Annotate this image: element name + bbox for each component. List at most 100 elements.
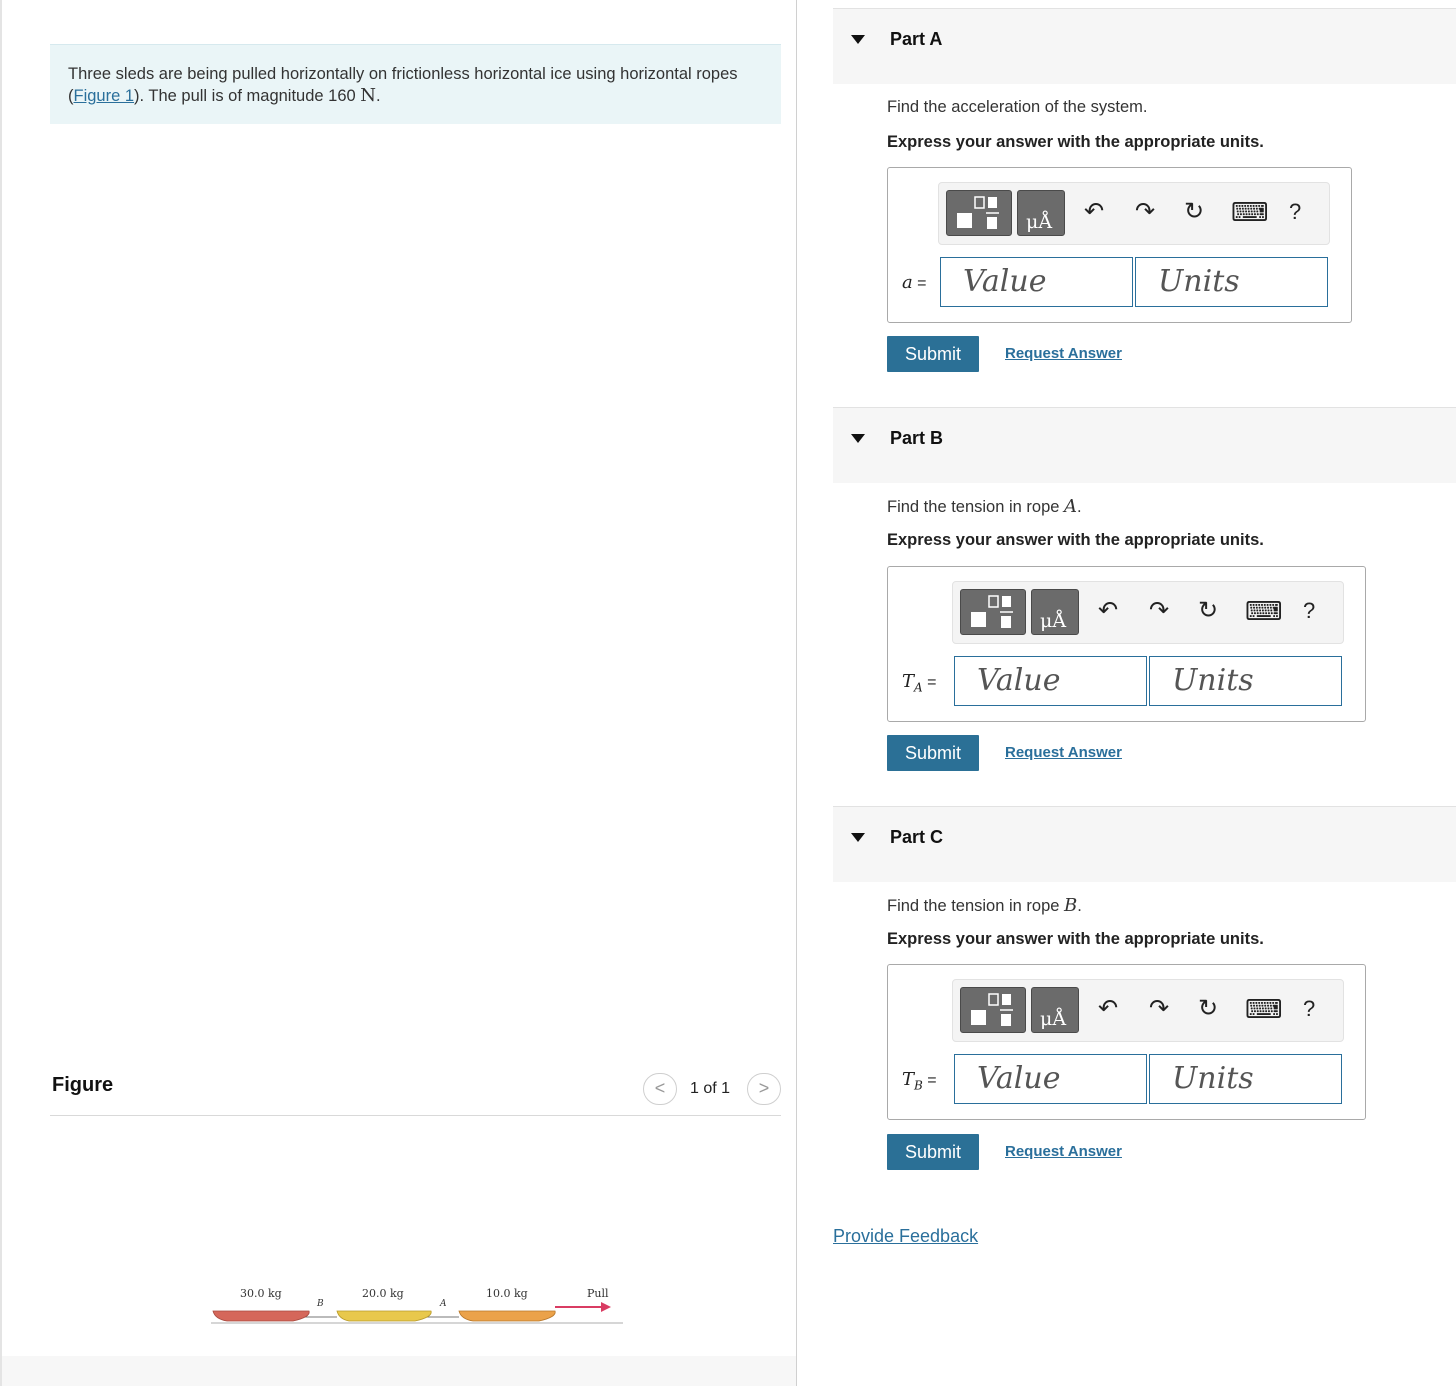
part-a-question-text: Find the acceleration of the system. — [887, 98, 1148, 116]
equals-sign: = — [922, 674, 937, 691]
label-pull: Pull — [587, 1287, 609, 1300]
part-c-request-answer-link[interactable]: Request Answer — [1005, 1143, 1122, 1160]
part-c-question-text: Find the tension in rope — [887, 897, 1065, 915]
undo-icon[interactable]: ↶ — [1098, 596, 1118, 626]
previous-figure-button[interactable]: < — [643, 1073, 677, 1105]
part-b-request-answer-link[interactable]: Request Answer — [1005, 744, 1122, 761]
units-input[interactable]: Units — [1149, 1054, 1342, 1104]
part-b-question: Find the tension in rope A. — [887, 496, 1082, 517]
units-glyph: μÅ — [1040, 1008, 1067, 1030]
part-b-title: Part B — [890, 428, 944, 448]
value-input[interactable]: Value — [954, 1054, 1147, 1104]
label-30kg: 30.0 kg — [240, 1287, 282, 1300]
units-button[interactable]: μÅ — [1031, 589, 1079, 635]
value-input[interactable]: Value — [940, 257, 1133, 307]
part-b-instruction: Express your answer with the appropriate… — [887, 531, 1264, 549]
collapse-caret-icon[interactable] — [851, 35, 865, 44]
redo-icon[interactable]: ↷ — [1135, 197, 1155, 227]
part-a-question: Find the acceleration of the system. — [887, 98, 1147, 117]
redo-icon[interactable]: ↷ — [1149, 994, 1169, 1024]
figure-link[interactable]: Figure 1 — [74, 87, 135, 105]
part-c-answer-box: μÅ ↶ ↷ ↻ ⌨ ? TB = Value Units — [887, 964, 1366, 1120]
templates-button[interactable] — [960, 987, 1026, 1033]
part-a-request-answer-link[interactable]: Request Answer — [1005, 345, 1122, 362]
var-subscript: B — [914, 1078, 923, 1093]
units-glyph: μÅ — [1040, 610, 1067, 632]
math-toolbar: μÅ ↶ ↷ ↻ ⌨ ? — [952, 979, 1344, 1042]
part-a-title: Part A — [890, 29, 943, 49]
var-subscript: A — [914, 680, 923, 695]
part-a-instruction: Express your answer with the appropriate… — [887, 133, 1264, 151]
question-end: . — [1077, 897, 1082, 915]
part-c-header[interactable]: Part C — [833, 806, 1456, 882]
problem-pane: Three sleds are being pulled horizontall… — [0, 0, 797, 1386]
redo-icon[interactable]: ↷ — [1149, 596, 1169, 626]
part-c-instruction: Express your answer with the appropriate… — [887, 930, 1264, 948]
value-input[interactable]: Value — [954, 656, 1147, 706]
answer-pane: Part A Find the acceleration of the syst… — [798, 0, 1456, 1386]
part-a-submit-button[interactable]: Submit — [887, 336, 979, 372]
var-symbol: T — [902, 671, 915, 692]
sled-10kg — [458, 1310, 556, 1322]
label-20kg: 20.0 kg — [362, 1287, 404, 1300]
figure-title: Figure — [52, 1074, 114, 1096]
reset-icon[interactable]: ↻ — [1198, 596, 1218, 626]
problem-text-end: . — [376, 87, 381, 105]
rope-variable: B — [1064, 895, 1078, 916]
units-button[interactable]: μÅ — [1017, 190, 1065, 236]
sled-20kg — [336, 1310, 432, 1322]
help-icon[interactable]: ? — [1303, 994, 1315, 1024]
reset-icon[interactable]: ↻ — [1184, 197, 1204, 227]
label-10kg: 10.0 kg — [486, 1287, 528, 1300]
part-c-variable: TB = — [902, 1069, 937, 1093]
reset-icon[interactable]: ↻ — [1198, 994, 1218, 1024]
units-input[interactable]: Units — [1135, 257, 1328, 307]
sled-30kg — [212, 1310, 310, 1322]
part-c-submit-button[interactable]: Submit — [887, 1134, 979, 1170]
figure-header: Figure < 1 of 1 > — [50, 1068, 781, 1116]
force-unit: N — [360, 85, 377, 106]
part-b-header[interactable]: Part B — [833, 407, 1456, 483]
pull-arrow-head — [601, 1302, 611, 1312]
keyboard-icon[interactable]: ⌨ — [1231, 197, 1269, 227]
templates-button[interactable] — [946, 190, 1012, 236]
math-toolbar: μÅ ↶ ↷ ↻ ⌨ ? — [938, 182, 1330, 245]
problem-statement: Three sleds are being pulled horizontall… — [50, 44, 781, 124]
part-b-question-text: Find the tension in rope — [887, 498, 1065, 516]
help-icon[interactable]: ? — [1289, 197, 1301, 227]
pane-bottom-bar — [2, 1356, 796, 1386]
figure-pager-count: 1 of 1 — [690, 1080, 731, 1097]
part-c-title: Part C — [890, 827, 944, 847]
units-input[interactable]: Units — [1149, 656, 1342, 706]
var-symbol: a — [902, 272, 913, 293]
part-b-answer-box: μÅ ↶ ↷ ↻ ⌨ ? TA = Value Units — [887, 566, 1366, 722]
templates-icon — [957, 196, 999, 229]
keyboard-icon[interactable]: ⌨ — [1245, 994, 1283, 1024]
part-c-question: Find the tension in rope B. — [887, 895, 1082, 916]
label-rope-b: B — [316, 1299, 324, 1309]
rope-variable: A — [1064, 496, 1078, 517]
provide-feedback-link[interactable]: Provide Feedback — [833, 1226, 978, 1247]
question-end: . — [1077, 498, 1082, 516]
equals-sign: = — [912, 275, 927, 292]
units-button[interactable]: μÅ — [1031, 987, 1079, 1033]
templates-button[interactable] — [960, 589, 1026, 635]
var-symbol: T — [902, 1069, 915, 1090]
part-a-variable: a = — [902, 272, 927, 296]
collapse-caret-icon[interactable] — [851, 833, 865, 842]
sled-figure: 30.0 kg B 20.0 kg A 10.0 kg Pull — [211, 1287, 623, 1324]
label-rope-a: A — [439, 1299, 447, 1309]
collapse-caret-icon[interactable] — [851, 434, 865, 443]
units-glyph: μÅ — [1026, 211, 1053, 233]
part-b-submit-button[interactable]: Submit — [887, 735, 979, 771]
undo-icon[interactable]: ↶ — [1098, 994, 1118, 1024]
undo-icon[interactable]: ↶ — [1084, 197, 1104, 227]
keyboard-icon[interactable]: ⌨ — [1245, 596, 1283, 626]
part-b-variable: TA = — [902, 671, 936, 695]
help-icon[interactable]: ? — [1303, 596, 1315, 626]
part-a-answer-box: μÅ ↶ ↷ ↻ ⌨ ? a = Value Units — [887, 167, 1352, 323]
next-figure-button[interactable]: > — [747, 1073, 781, 1105]
part-a-header[interactable]: Part A — [833, 8, 1456, 84]
templates-icon — [971, 595, 1013, 628]
equals-sign: = — [922, 1072, 937, 1089]
